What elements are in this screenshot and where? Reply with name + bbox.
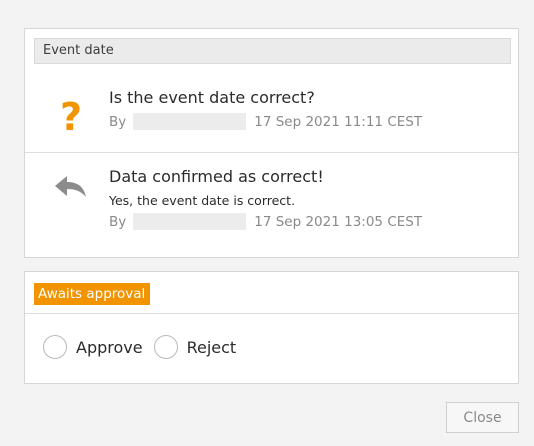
status-badge: Awaits approval: [34, 283, 151, 305]
entry-meta: By 17 Sep 2021 13:05 CEST: [109, 213, 422, 230]
reject-option[interactable]: Reject: [153, 335, 237, 359]
approval-divider: [25, 313, 518, 314]
panel-header-event-date: Event date: [34, 38, 511, 64]
reject-label: Reject: [186, 337, 237, 357]
entry-title: Is the event date correct?: [109, 88, 315, 107]
entry-description: Yes, the event date is correct.: [109, 193, 296, 208]
by-label: By: [109, 213, 127, 230]
event-date-dialog: Event date ? Is the event date correct? …: [0, 0, 534, 446]
comment-history-panel: Event date ? Is the event date correct? …: [24, 28, 519, 258]
svg-text:?: ?: [60, 95, 82, 135]
redacted-author: [133, 213, 247, 230]
question-mark-icon: ?: [51, 95, 91, 139]
entry-meta: By 17 Sep 2021 11:11 CEST: [109, 113, 422, 130]
redacted-author: [133, 113, 247, 130]
reject-radio[interactable]: [153, 335, 178, 359]
by-label: By: [109, 113, 127, 130]
approve-radio[interactable]: [43, 335, 67, 359]
history-entry-reply: Data confirmed as correct! Yes, the even…: [25, 153, 518, 258]
approve-label: Approve: [76, 337, 143, 357]
approval-radio-group: Approve Reject: [43, 335, 247, 359]
approve-option[interactable]: Approve: [43, 335, 143, 359]
reply-arrow-icon: [51, 169, 91, 209]
history-entry-question: ? Is the event date correct? By 17 Sep 2…: [25, 75, 518, 152]
entry-timestamp: 17 Sep 2021 13:05 CEST: [254, 213, 423, 230]
entry-timestamp: 17 Sep 2021 11:11 CEST: [254, 113, 423, 130]
close-button[interactable]: Close: [446, 402, 519, 433]
approval-panel: Awaits approval Approve Reject: [24, 271, 519, 384]
entry-title: Data confirmed as correct!: [109, 167, 324, 186]
